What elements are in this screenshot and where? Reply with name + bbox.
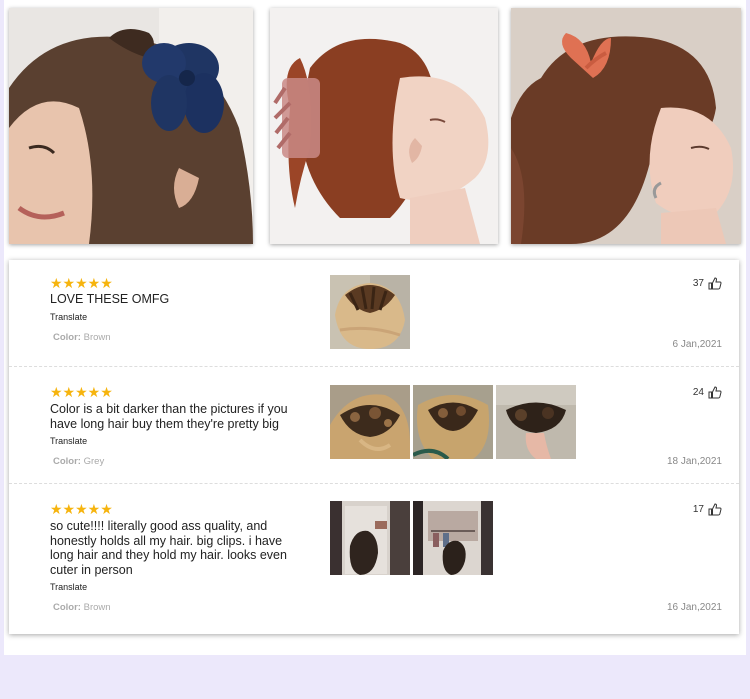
color-label: Color:	[53, 602, 81, 613]
page-border-left	[0, 0, 4, 699]
customer-photo-clip-in-hand[interactable]	[496, 385, 576, 459]
review-item: ★★★★★ so cute!!!! literally good ass qua…	[9, 483, 739, 634]
like-counter[interactable]: 24	[693, 386, 722, 399]
reviews-panel: ★★★★★ LOVE THESE OMFG Translate Color: B…	[9, 260, 739, 634]
like-count: 37	[692, 278, 704, 289]
customer-photo-tortoise-clip-2[interactable]	[413, 385, 493, 459]
color-value: Brown	[83, 602, 111, 613]
review-text: Color is a bit darker than the pictures …	[50, 402, 288, 431]
review-color-variant: Color: Brown	[53, 332, 111, 343]
review-text: LOVE THESE OMFG	[50, 292, 170, 306]
review-color-variant: Color: Grey	[53, 456, 104, 467]
woman-navy-flower-claw-clip-photo	[9, 8, 253, 244]
page-border-right	[746, 0, 750, 699]
page-footer-band	[0, 655, 750, 699]
color-value: Brown	[83, 332, 111, 343]
star-rating: ★★★★★	[50, 384, 113, 400]
like-count: 24	[692, 387, 704, 398]
review-date: 6 Jan,2021	[672, 339, 723, 350]
woman-coral-claw-clip-photo	[511, 8, 741, 244]
review-item: ★★★★★ Color is a bit darker than the pic…	[9, 366, 739, 483]
product-photo-strip	[9, 8, 741, 244]
review-date: 16 Jan,2021	[666, 602, 722, 613]
thumbs-up-icon[interactable]	[708, 503, 722, 516]
translate-link[interactable]: Translate	[50, 436, 87, 446]
translate-link[interactable]: Translate	[50, 582, 87, 592]
woman-pink-claw-clip-photo	[270, 8, 498, 244]
like-counter[interactable]: 17	[693, 503, 722, 516]
color-value: Grey	[83, 456, 105, 467]
color-label: Color:	[53, 456, 81, 467]
like-count: 17	[692, 504, 704, 515]
thumbs-up-icon[interactable]	[708, 277, 722, 290]
customer-photo-mirror-selfie-1[interactable]	[330, 501, 410, 575]
star-rating: ★★★★★	[50, 275, 113, 291]
color-label: Color:	[53, 332, 81, 343]
translate-link[interactable]: Translate	[50, 312, 87, 322]
thumbs-up-icon[interactable]	[708, 386, 722, 399]
review-color-variant: Color: Brown	[53, 602, 111, 613]
customer-photo-mirror-selfie-2[interactable]	[413, 501, 493, 575]
review-item: ★★★★★ LOVE THESE OMFG Translate Color: B…	[9, 260, 739, 366]
review-text: so cute!!!! literally good ass quality, …	[50, 519, 287, 577]
review-date: 18 Jan,2021	[666, 456, 722, 467]
customer-photo-brown-clip[interactable]	[330, 275, 410, 349]
like-counter[interactable]: 37	[693, 277, 722, 290]
customer-photo-tortoise-clip-1[interactable]	[330, 385, 410, 459]
star-rating: ★★★★★	[50, 501, 113, 517]
